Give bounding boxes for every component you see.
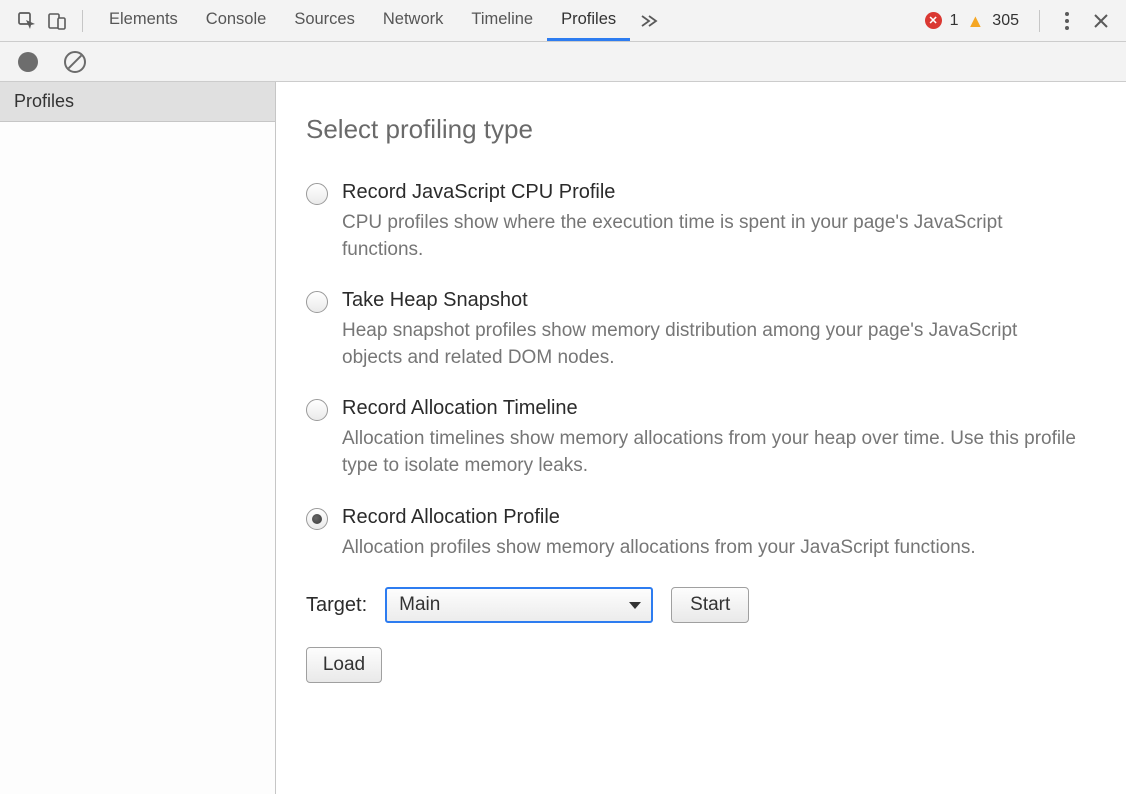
option-cpu-profile: Record JavaScript CPU Profile CPU profil…	[306, 181, 1102, 263]
option-description: Allocation profiles show memory allocati…	[342, 535, 1082, 562]
radio-heap-snapshot[interactable]	[306, 291, 328, 313]
load-button[interactable]: Load	[306, 647, 382, 683]
more-tabs-icon[interactable]	[630, 0, 668, 41]
target-select[interactable]: Main	[385, 587, 653, 623]
devtools-tabs: Elements Console Sources Network Timelin…	[95, 0, 668, 41]
option-description: Allocation timelines show memory allocat…	[342, 426, 1082, 479]
option-description: Heap snapshot profiles show memory distr…	[342, 318, 1082, 371]
warning-count: 305	[992, 12, 1019, 30]
option-heap-snapshot: Take Heap Snapshot Heap snapshot profile…	[306, 289, 1102, 371]
target-select-value: Main	[399, 594, 440, 616]
profiles-sidebar: Profiles	[0, 82, 276, 794]
devtools-topbar: Elements Console Sources Network Timelin…	[0, 0, 1126, 42]
option-description: CPU profiles show where the execution ti…	[342, 210, 1082, 263]
sidebar-item-profiles[interactable]: Profiles	[0, 82, 275, 122]
page-title: Select profiling type	[306, 114, 1102, 145]
option-title[interactable]: Record JavaScript CPU Profile	[342, 181, 1102, 204]
error-icon: ✕	[925, 12, 942, 29]
console-badges[interactable]: ✕ 1 ▲ 305	[925, 12, 1027, 30]
close-icon[interactable]	[1086, 6, 1116, 36]
profiles-toolbar	[0, 42, 1126, 82]
tab-elements[interactable]: Elements	[95, 0, 192, 41]
option-allocation-timeline: Record Allocation Timeline Allocation ti…	[306, 397, 1102, 479]
target-label: Target:	[306, 594, 367, 617]
divider	[82, 10, 83, 32]
option-title[interactable]: Take Heap Snapshot	[342, 289, 1102, 312]
warning-icon: ▲	[966, 12, 984, 30]
option-title[interactable]: Record Allocation Timeline	[342, 397, 1102, 420]
option-allocation-profile: Record Allocation Profile Allocation pro…	[306, 506, 1102, 562]
inspect-element-icon[interactable]	[14, 8, 40, 34]
start-button[interactable]: Start	[671, 587, 749, 623]
main-panel: Select profiling type Record JavaScript …	[276, 82, 1126, 794]
tab-sources[interactable]: Sources	[280, 0, 369, 41]
tab-timeline[interactable]: Timeline	[457, 0, 547, 41]
divider	[1039, 10, 1040, 32]
tab-console[interactable]: Console	[192, 0, 281, 41]
option-title[interactable]: Record Allocation Profile	[342, 506, 1102, 529]
tab-profiles[interactable]: Profiles	[547, 0, 630, 41]
radio-allocation-timeline[interactable]	[306, 399, 328, 421]
settings-menu-icon[interactable]	[1052, 6, 1082, 36]
device-toolbar-icon[interactable]	[44, 8, 70, 34]
tab-network[interactable]: Network	[369, 0, 458, 41]
radio-cpu-profile[interactable]	[306, 183, 328, 205]
record-button-icon[interactable]	[18, 52, 38, 72]
radio-allocation-profile[interactable]	[306, 508, 328, 530]
error-count: 1	[950, 12, 959, 30]
chevron-down-icon	[629, 602, 641, 609]
clear-all-icon[interactable]	[64, 51, 86, 73]
